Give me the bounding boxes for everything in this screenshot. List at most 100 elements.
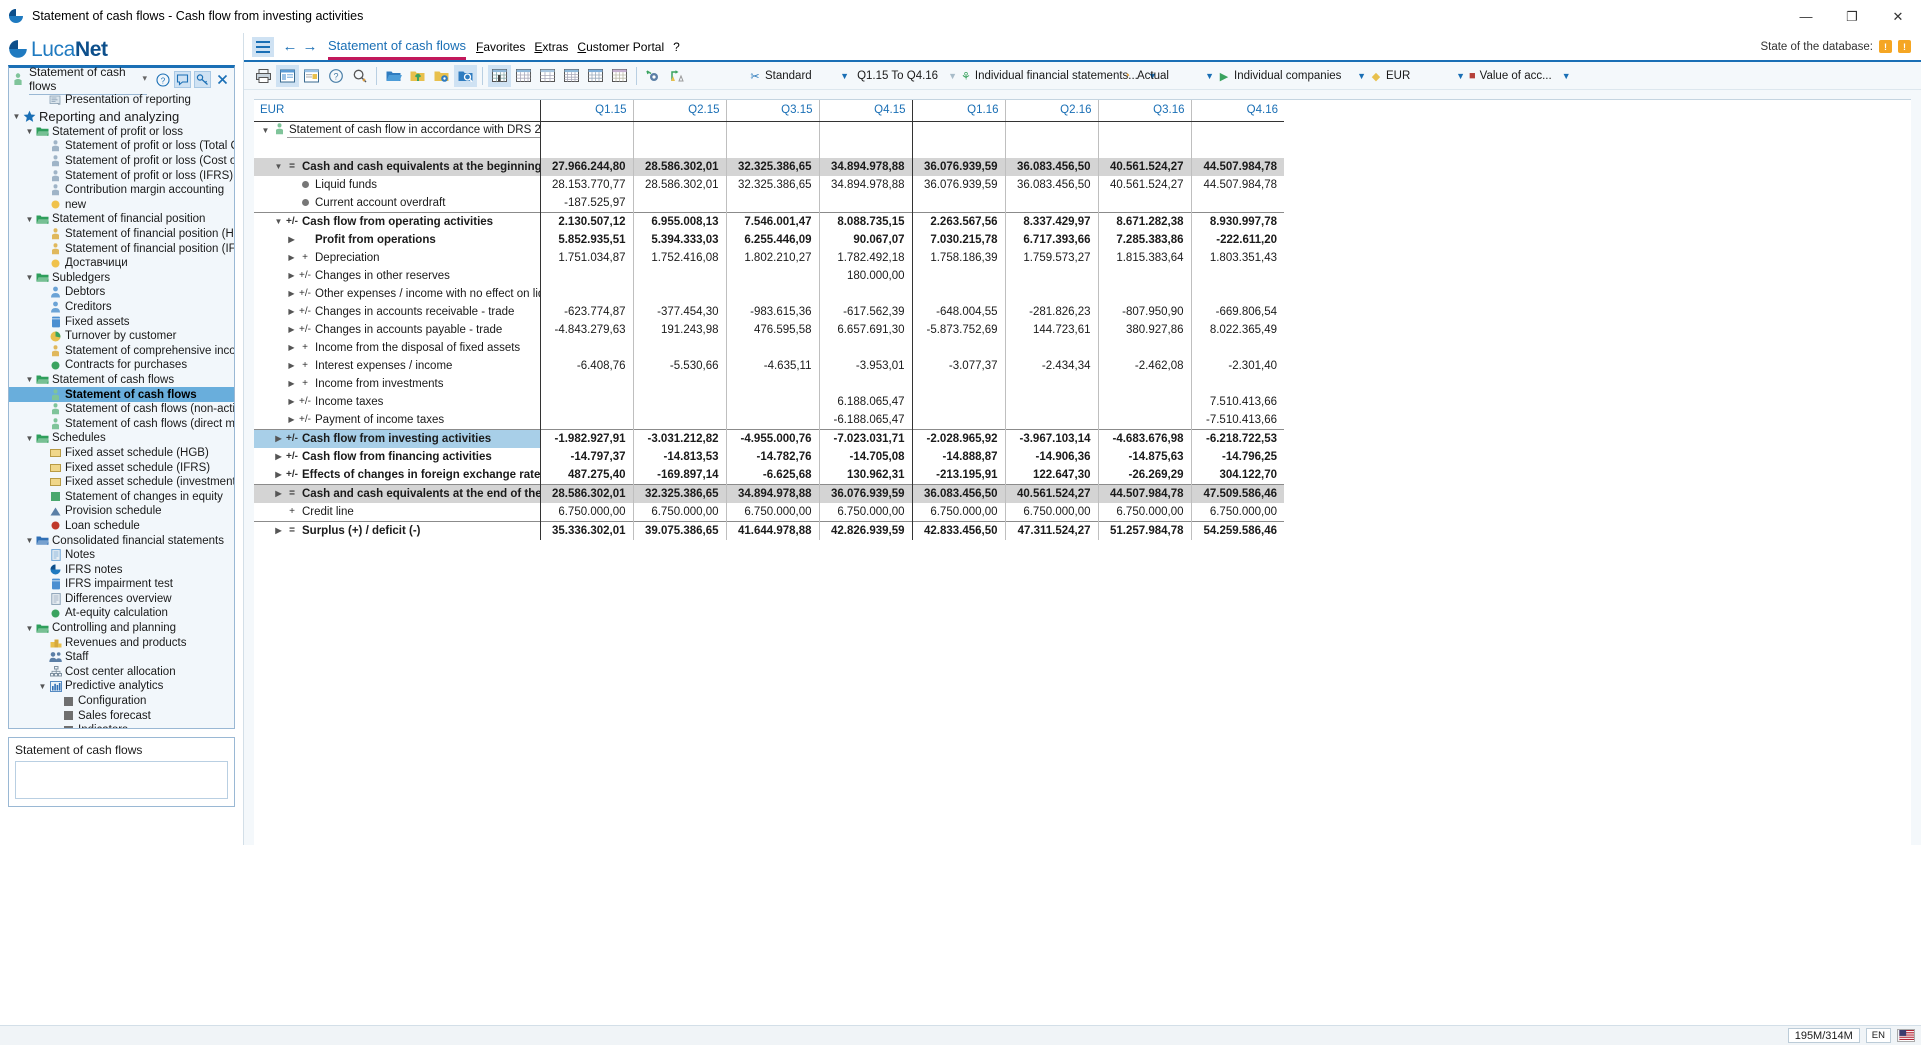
value-cell[interactable]: 32.325.386,65 (632, 483, 726, 503)
value-cell[interactable]: -5.873.752,69 (911, 320, 1005, 339)
value-cell[interactable]: -14.888,87 (911, 447, 1005, 466)
filter-value-type[interactable]: ■ Value of acc... ▼ (1469, 62, 1571, 90)
tree-item-contracts-for-purchases[interactable]: Contracts for purchases (9, 358, 234, 373)
row-label-cell[interactable]: ▶ = Surplus (+) / deficit (-) (254, 520, 540, 540)
tree-item-loan-schedule[interactable]: Loan schedule (9, 519, 234, 534)
value-cell[interactable]: -14.782,76 (725, 447, 819, 466)
forward-button[interactable]: → (300, 38, 320, 55)
value-cell[interactable] (1190, 121, 1284, 140)
value-cell[interactable] (1097, 139, 1191, 158)
value-cell[interactable] (818, 193, 912, 212)
value-cell[interactable]: -807.950,90 (1097, 302, 1191, 321)
value-cell[interactable]: -14.875,63 (1097, 447, 1191, 466)
value-cell[interactable] (818, 284, 912, 303)
value-cell[interactable]: -648.004,55 (911, 302, 1005, 321)
value-cell[interactable]: -4.955.000,76 (725, 428, 819, 448)
value-cell[interactable] (725, 338, 819, 357)
table-view-3-button[interactable] (536, 65, 559, 87)
value-cell[interactable]: -169.897,14 (632, 465, 726, 484)
value-cell[interactable]: 380.927,86 (1097, 320, 1191, 339)
value-cell[interactable]: 1.752.416,08 (632, 248, 726, 267)
value-cell[interactable] (1190, 374, 1284, 393)
menu-extras[interactable]: Extras (534, 40, 568, 54)
value-cell[interactable] (632, 392, 726, 411)
tree-item-differences-overview[interactable]: Differences overview (9, 592, 234, 607)
value-cell[interactable]: 1.758.186,39 (911, 248, 1005, 267)
tree-item-statement-of-profit-or-loss-ifrs[interactable]: Statement of profit or loss (IFRS) (9, 168, 234, 183)
value-cell[interactable] (632, 121, 726, 140)
value-cell[interactable]: 47.509.586,46 (1190, 483, 1284, 503)
value-cell[interactable]: -4.843.279,63 (539, 320, 633, 339)
tree-item-staff[interactable]: Staff (9, 650, 234, 665)
table-row[interactable]: ▶ +/- Changes in accounts receivable - tra… (254, 302, 1284, 321)
value-cell[interactable] (632, 193, 726, 212)
chevron-right-icon[interactable]: ▶ (286, 379, 297, 388)
value-cell[interactable]: 6.750.000,00 (1004, 502, 1098, 521)
table-row[interactable]: ▶ +/- Cash flow from financing activities -… (254, 447, 1284, 466)
minimize-button[interactable]: — (1783, 0, 1829, 33)
value-cell[interactable] (632, 139, 726, 158)
value-cell[interactable]: -6.218.722,53 (1190, 428, 1284, 448)
row-label-cell[interactable]: ▶ + Income from the disposal of fixed asse… (254, 339, 540, 357)
value-cell[interactable]: -2.462,08 (1097, 356, 1191, 375)
value-cell[interactable]: 1.803.351,43 (1190, 248, 1284, 267)
value-cell[interactable] (1004, 338, 1098, 357)
value-cell[interactable]: 191.243,98 (632, 320, 726, 339)
value-cell[interactable]: 54.259.586,46 (1190, 520, 1284, 540)
value-cell[interactable]: 1.802.210,27 (725, 248, 819, 267)
value-cell[interactable]: 6.750.000,00 (632, 502, 726, 521)
value-cell[interactable]: -6.408,76 (539, 356, 633, 375)
tree-item-reporting-and-analyzing[interactable]: ▼ Reporting and analyzing (9, 108, 234, 125)
chevron-down-icon[interactable]: ▼ (24, 215, 35, 224)
value-cell[interactable] (818, 121, 912, 140)
maximize-button[interactable]: ❐ (1829, 0, 1875, 33)
value-cell[interactable]: 180.000,00 (818, 266, 912, 285)
value-cell[interactable]: 42.833.456,50 (911, 520, 1005, 540)
comment-icon[interactable] (174, 71, 191, 88)
chevron-right-icon[interactable]: ▶ (273, 489, 284, 498)
chevron-right-icon[interactable]: ▶ (273, 452, 284, 461)
tree-item-statement-of-cash-flows-non-active[interactable]: Statement of cash flows (non-active) (9, 402, 234, 417)
value-cell[interactable] (725, 284, 819, 303)
row-label-cell[interactable]: ▶ = Cash and cash equivalents at the end o… (254, 483, 540, 503)
folder-search-button[interactable] (454, 64, 477, 87)
value-cell[interactable] (818, 139, 912, 158)
search-button[interactable] (348, 65, 371, 87)
chevron-down-icon[interactable]: ▼ (1357, 71, 1366, 81)
filter-statement-type[interactable]: ⚘ Individual financial statements... ▼ (961, 62, 1157, 90)
back-button[interactable]: ← (280, 38, 300, 55)
memory-indicator[interactable]: 195M/314M (1787, 1028, 1860, 1043)
value-cell[interactable]: 36.076.939,59 (911, 175, 1005, 194)
value-cell[interactable] (818, 374, 912, 393)
value-cell[interactable]: 28.586.302,01 (632, 157, 726, 176)
language-indicator[interactable]: EN (1865, 1028, 1891, 1043)
value-cell[interactable]: 8.022.365,49 (1190, 320, 1284, 339)
value-cell[interactable]: 7.030.215,78 (911, 230, 1005, 249)
value-cell[interactable] (725, 121, 819, 140)
value-cell[interactable]: 7.546.001,47 (725, 211, 819, 231)
report-view-button[interactable] (300, 65, 323, 87)
value-cell[interactable]: 28.586.302,01 (539, 483, 633, 503)
table-row[interactable]: ▼ +/- Cash flow from operating activities 2… (254, 211, 1284, 231)
value-cell[interactable]: 8.088.735,15 (818, 211, 912, 231)
chevron-down-icon[interactable]: ▼ (24, 434, 35, 443)
chevron-down-icon[interactable]: ▼ (1456, 71, 1465, 81)
value-cell[interactable]: 36.083.456,50 (1004, 157, 1098, 176)
value-cell[interactable]: 32.325.386,65 (725, 157, 819, 176)
folder-settings-button[interactable] (430, 65, 453, 87)
search-key-icon[interactable] (194, 71, 211, 88)
value-cell[interactable]: 8.337.429,97 (1004, 211, 1098, 231)
value-cell[interactable] (725, 139, 819, 158)
row-label-cell[interactable]: Current account overdraft (254, 194, 540, 213)
value-cell[interactable]: -222.611,20 (1190, 230, 1284, 249)
value-cell[interactable]: -3.953,01 (818, 356, 912, 375)
value-cell[interactable]: -14.813,53 (632, 447, 726, 466)
table-row[interactable]: ▶ +/- Cash flow from investing activities -… (254, 428, 1284, 448)
chevron-down-icon[interactable]: ▾ (142, 73, 147, 84)
value-cell[interactable]: 51.257.984,78 (1097, 520, 1191, 540)
value-cell[interactable]: -14.906,36 (1004, 447, 1098, 466)
value-cell[interactable] (911, 193, 1005, 212)
chevron-down-icon[interactable]: ▼ (11, 112, 22, 121)
value-cell[interactable] (632, 338, 726, 357)
value-cell[interactable] (725, 392, 819, 411)
